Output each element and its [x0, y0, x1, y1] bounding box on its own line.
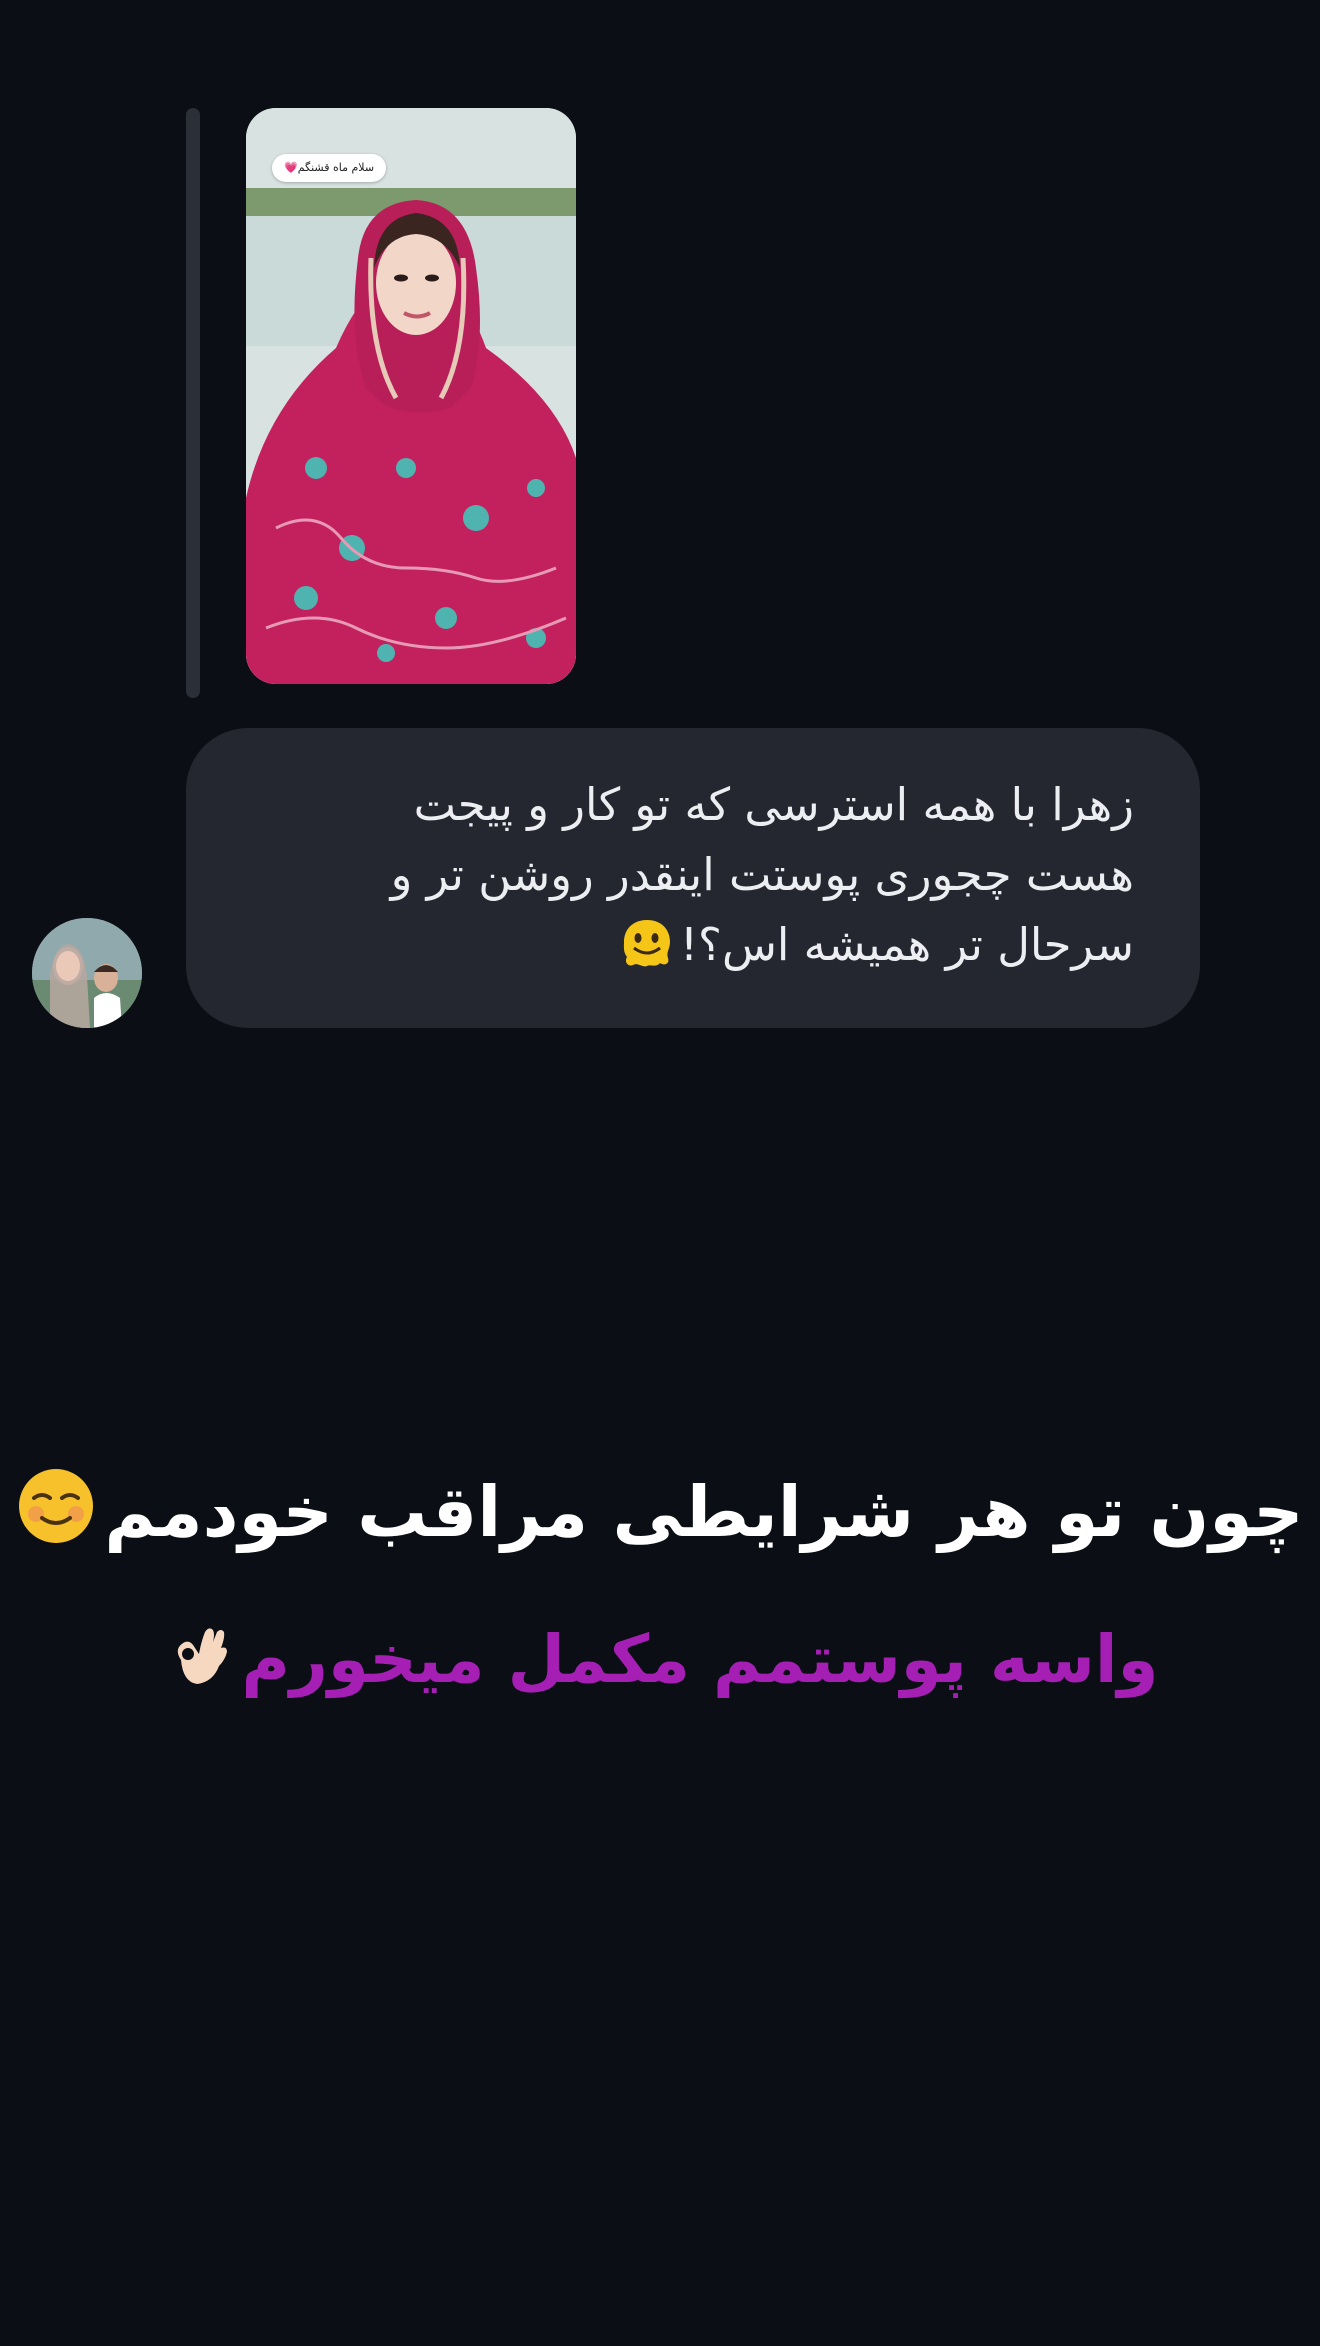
avatar-photo [32, 918, 142, 1028]
message-line-3: سرحال تر همیشه اس؟! [680, 918, 1134, 971]
caption-line-2: واسه پوستمم مکمل میخورم [0, 1612, 1320, 1708]
smiling-face-icon [19, 1469, 94, 1543]
ok-hand-icon [178, 1628, 228, 1684]
story-sticker-text: سلام ماه قشنگم [297, 161, 375, 174]
reply-thread-line [186, 108, 200, 698]
message-line-2: هست چجوری پوستت اینقدر روشن تر و [390, 848, 1134, 901]
caption-line-1-text: چون تو هر شرایطی مراقب خودمم [104, 1471, 1304, 1553]
message-line-3-wrap: سرحال تر همیشه اس؟! [230, 910, 1134, 980]
caption-line-1: چون تو هر شرایطی مراقب خودمم [0, 1462, 1320, 1562]
heart-sticker-icon: 💗 [284, 161, 298, 174]
caption-line-2-text: واسه پوستمم مکمل میخورم [241, 1621, 1159, 1698]
melting-face-icon [623, 920, 671, 967]
story-sticker: سلام ماه قشنگم💗 [272, 154, 387, 182]
sender-avatar[interactable] [32, 918, 142, 1028]
message-bubble[interactable]: زهرا با همه استرسی که تو کار و پیجت هست … [186, 728, 1200, 1028]
shared-story-thumbnail[interactable]: سلام ماه قشنگم💗 [246, 108, 576, 684]
story-photo [246, 108, 576, 684]
message-line-1: زهرا با همه استرسی که تو کار و پیجت [413, 778, 1134, 831]
